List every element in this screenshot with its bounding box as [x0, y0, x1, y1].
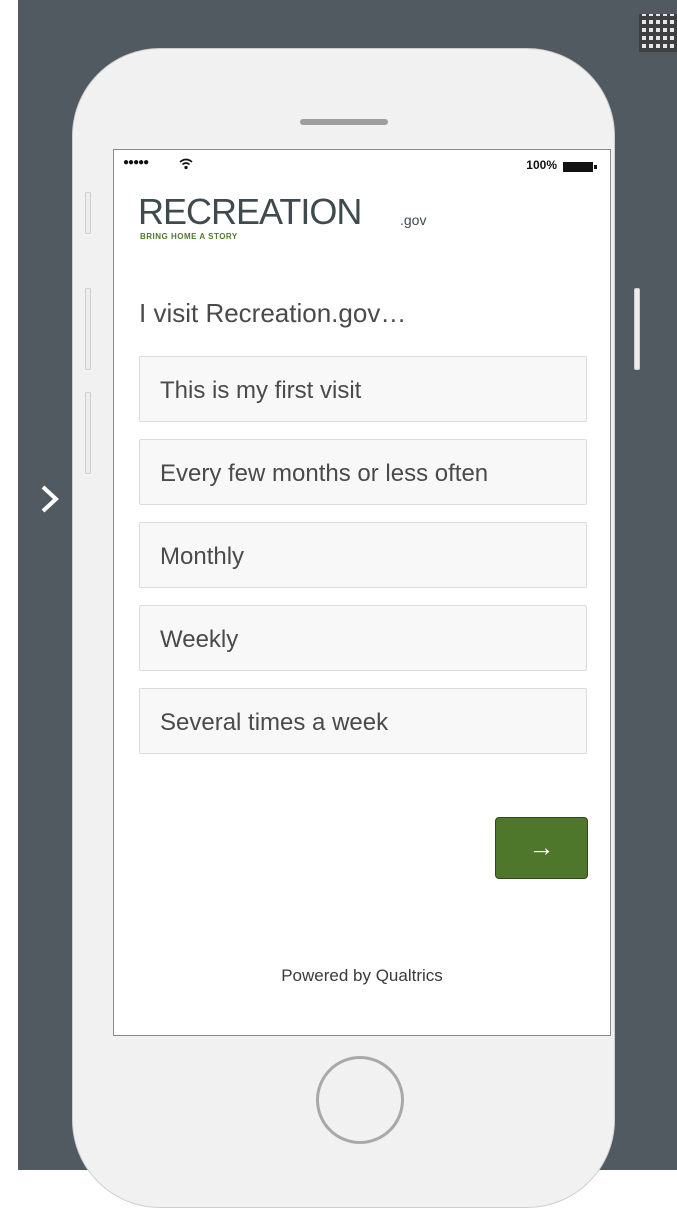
phone-volume-up [85, 288, 91, 370]
choice-first-visit[interactable]: This is my first visit [139, 356, 587, 422]
choice-label: Monthly [160, 543, 245, 570]
choice-several-times-a-week[interactable]: Several times a week [139, 688, 587, 754]
choice-monthly[interactable]: Monthly [139, 522, 587, 588]
survey-question: I visit Recreation.gov… [139, 298, 407, 328]
chevron-right-icon[interactable] [39, 484, 61, 514]
wifi-icon [179, 158, 193, 170]
battery-percent: 100% [526, 158, 557, 172]
recreation-gov-logo: RECREATION .gov BRING HOME A STORY [138, 192, 438, 247]
choice-every-few-months[interactable]: Every few months or less often [139, 439, 587, 505]
phone-volume-down [85, 392, 91, 474]
choice-weekly[interactable]: Weekly [139, 605, 587, 671]
phone-home-button[interactable] [316, 1056, 404, 1144]
signal-strength-icon: ●●●●● [123, 157, 149, 168]
logo-wordmark: RECREATION [138, 191, 362, 232]
powered-by-footer[interactable]: Powered by Qualtrics [114, 966, 610, 986]
battery-icon [563, 160, 597, 172]
choice-label: Weekly [160, 626, 239, 653]
choice-label: This is my first visit [160, 377, 362, 404]
phone-screen: ●●●●● 100% RECREATION .gov BRING HOME A … [113, 149, 611, 1036]
phone-power-button [634, 288, 640, 370]
status-bar: ●●●●● 100% [123, 156, 601, 176]
choice-label: Every few months or less often [160, 460, 489, 487]
next-button[interactable]: → [495, 817, 588, 879]
choice-label: Several times a week [160, 709, 389, 736]
qr-code [639, 14, 677, 52]
logo-suffix: .gov [400, 212, 427, 228]
phone-speaker [300, 119, 388, 125]
logo-tagline: BRING HOME A STORY [140, 232, 238, 241]
phone-mute-switch [85, 192, 91, 234]
